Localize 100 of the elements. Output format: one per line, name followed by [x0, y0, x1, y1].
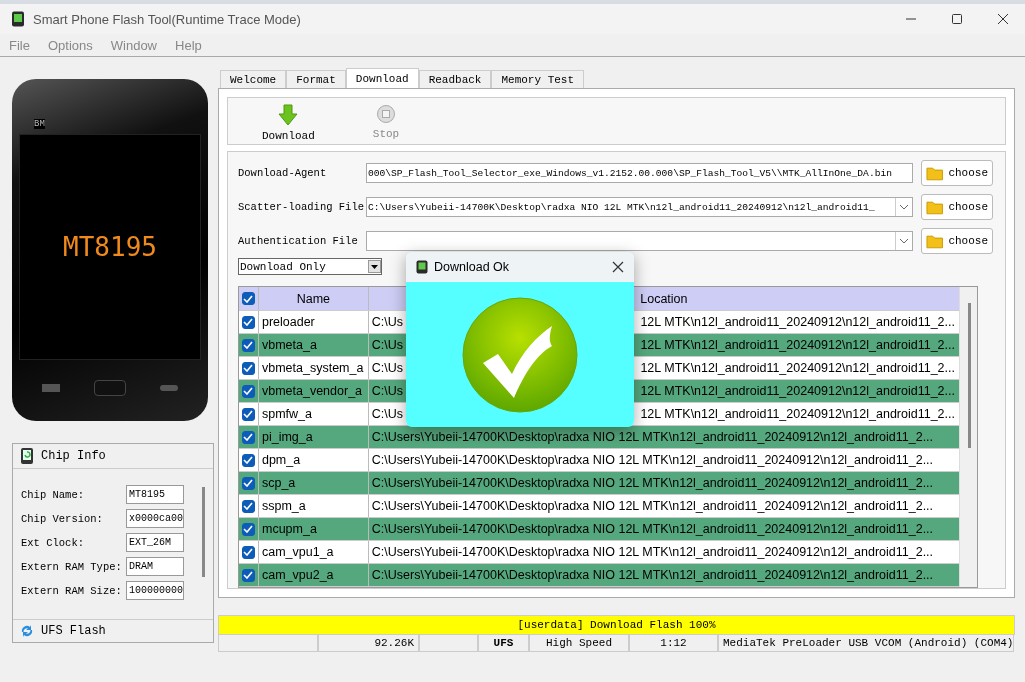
column-header[interactable]: Location: [368, 287, 959, 310]
table-cell: pi_img_a: [258, 426, 369, 448]
status-text: 1:12: [629, 635, 718, 652]
chip-model-label: MT8195: [63, 232, 157, 262]
status-text: MediaTek PreLoader USB VCOM (Android) (COM4): [718, 635, 1014, 652]
table-cell: C:\Users\Yubeii-14700K\Desktop\radxa NIO 12L MTK\n12l_android11_20240912\n12l_android11_2...: [371, 545, 934, 559]
table-cell: 12L MTK\n12l_android11_20240912\n12l_android11_2...: [640, 384, 955, 398]
file-label: Scatter-loading File: [238, 201, 366, 213]
phone-icon: [19, 447, 35, 465]
table-cell: C:\Users\Yubeii-14700K\Desktop\radxa NIO 12L MTK\n12l_android11_20240912\n12l_android11_2...: [371, 522, 934, 536]
tab[interactable]: Readback: [418, 70, 492, 88]
chip-field-label: Extern RAM Type:: [21, 560, 123, 573]
phone-brand-mark: BM: [34, 119, 45, 129]
row-checkbox[interactable]: [242, 430, 255, 444]
row-checkbox[interactable]: [242, 453, 255, 467]
row-checkbox[interactable]: [242, 522, 255, 536]
table-cell: C:\Us: [371, 361, 404, 375]
file-label: Authentication File: [238, 235, 359, 247]
table-cell: mcupm_a: [258, 518, 369, 540]
table-cell: C:\Users\Yubeii-14700K\Desktop\radxa NIO 12L MTK\n12l_android11_20240912\n12l_android11_2...: [371, 476, 934, 490]
table-cell: C:\Users\Yubeii-14700K\Desktop\radxa NIO 12L MTK\n12l_android11_20240912\n12l_android11_2...: [371, 499, 934, 513]
table-cell: C:\Users\Yubeii-14700K\Desktop\radxa NIO 12L MTK\n12l_android11_20240912\n12l_android11_2...: [371, 430, 934, 444]
scrollbar-thumb[interactable]: [968, 303, 971, 448]
row-checkbox[interactable]: [242, 384, 255, 398]
refresh-icon: [19, 623, 35, 639]
table-cell: C:\Us: [371, 338, 404, 352]
table-cell: C:\Us: [371, 315, 404, 329]
mode-dropdown[interactable]: Download Only: [238, 258, 382, 275]
tab[interactable]: Memory Test: [491, 70, 585, 88]
choose-button[interactable]: choose: [921, 194, 993, 220]
scrollbar[interactable]: [202, 487, 205, 577]
chip-field-value: 100000000: [126, 581, 184, 600]
file-label: Download-Agent: [238, 167, 328, 179]
progress-label: [userdata] Download Flash 100%: [517, 619, 716, 631]
dialog-title: Download Ok: [434, 260, 511, 274]
choose-button[interactable]: choose: [921, 228, 993, 254]
file-path-field[interactable]: 000\SP_Flash_Tool_Selector_exe_Windows_v1.2152.00.000\SP_Flash_Tool_V5\\MTK_AllInOne_DA.bin: [366, 163, 913, 183]
table-cell: vbmeta_a: [258, 334, 369, 356]
table-cell: scp_a: [258, 472, 369, 494]
stop-icon: [376, 104, 396, 124]
chip-field-label: Chip Name:: [21, 488, 85, 501]
table-cell: cam_vpu1_a: [258, 541, 369, 563]
row-checkbox[interactable]: [242, 338, 255, 352]
close-icon[interactable]: [997, 13, 1009, 25]
table-cell: 12L MTK\n12l_android11_20240912\n12l_android11_2...: [640, 407, 955, 421]
table-cell: dpm_a: [258, 449, 369, 471]
tab[interactable]: Welcome: [220, 70, 287, 88]
table-cell: 12L MTK\n12l_android11_20240912\n12l_android11_2...: [640, 315, 955, 329]
row-checkbox[interactable]: [242, 545, 255, 559]
chip-field-label: Chip Version:: [21, 512, 104, 525]
tab[interactable]: Download: [345, 68, 419, 88]
table-cell: C:\Users\Yubeii-14700K\Desktop\radxa NIO 12L MTK\n12l_android11_20240912\n12l_android11_2...: [371, 568, 934, 582]
file-path-field[interactable]: C:\Users\Yubeii-14700K\Desktop\radxa NIO 12L MTK\n12l_android11_20240912\n12l_android11_: [366, 197, 913, 217]
app-icon: [11, 11, 25, 27]
table-cell: C:\Us: [371, 407, 404, 421]
row-checkbox[interactable]: [242, 499, 255, 513]
download-arrow-icon: [278, 104, 299, 126]
table-cell: C:\Users\Yubeii-14700K\Desktop\radxa NIO 12L MTK\n12l_android11_20240912\n12l_android11_2...: [371, 453, 934, 467]
file-path-field[interactable]: [366, 231, 913, 251]
status-text: 92.26K: [318, 635, 419, 652]
row-checkbox[interactable]: [242, 568, 255, 582]
chip-field-value: MT8195: [126, 485, 184, 504]
row-checkbox[interactable]: [242, 407, 255, 421]
chip-field-value: EXT_26M: [126, 533, 184, 552]
table-cell: 12L MTK\n12l_android11_20240912\n12l_android11_2...: [640, 361, 955, 375]
download-button[interactable]: Download: [258, 98, 319, 144]
folder-icon: [926, 233, 944, 249]
close-icon[interactable]: [612, 261, 624, 273]
column-header[interactable]: Name: [258, 287, 369, 310]
menu-key-icon: [42, 384, 60, 392]
maximize-icon[interactable]: [951, 13, 963, 25]
folder-icon: [926, 199, 944, 215]
select-all-checkbox[interactable]: [242, 292, 255, 305]
home-key-icon: [94, 380, 126, 396]
table-cell: spmfw_a: [258, 403, 369, 425]
table-cell: sspm_a: [258, 495, 369, 517]
app-icon: [416, 260, 428, 274]
status-text: High Speed: [529, 635, 629, 652]
table-cell: preloader: [258, 311, 369, 333]
table-cell: vbmeta_vendor_a: [258, 380, 369, 402]
ufs-flash-title: UFS Flash: [41, 624, 106, 638]
table-cell: 12L MTK\n12l_android11_20240912\n12l_android11_2...: [640, 338, 955, 352]
chip-field-label: Ext Clock:: [21, 536, 85, 549]
back-key-icon: [160, 385, 178, 391]
folder-icon: [926, 165, 944, 181]
tab[interactable]: Format: [286, 70, 346, 88]
status-text: UFS: [478, 635, 529, 652]
chip-field-value: DRAM: [126, 557, 184, 576]
row-checkbox[interactable]: [242, 315, 255, 329]
table-cell: vbmeta_system_a: [258, 357, 369, 379]
chip-info-title: Chip Info: [41, 449, 106, 463]
chip-field-label: Extern RAM Size:: [21, 584, 123, 597]
table-cell: cam_vpu2_a: [258, 564, 369, 586]
choose-button[interactable]: choose: [921, 160, 993, 186]
chip-field-value: x0000ca00: [126, 509, 184, 528]
table-cell: C:\Us: [371, 384, 404, 398]
row-checkbox[interactable]: [242, 361, 255, 375]
checkmark-icon: [461, 295, 579, 414]
window-title: Smart Phone Flash Tool(Runtime Trace Mode): [33, 11, 302, 27]
row-checkbox[interactable]: [242, 476, 255, 490]
